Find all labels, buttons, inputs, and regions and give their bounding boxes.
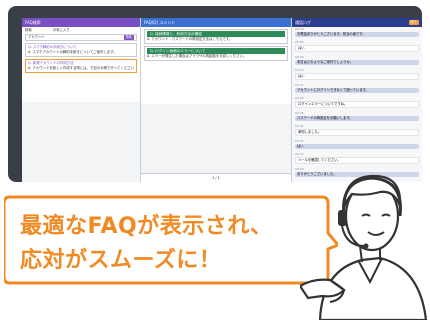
chat-message: アカウントにログインできなくて困っています。 [295, 88, 419, 93]
operator-illustration [300, 174, 428, 320]
chat-timestamp: 00:41 [295, 124, 304, 128]
faq-search-header: FAQ検索 [22, 18, 140, 27]
chat-message: はい [295, 144, 419, 149]
faq-detail-body: A. エラーが発生した場合はブラウザの再起動をお試しください。 [147, 54, 247, 58]
chat-timestamp: 00:00 [295, 27, 304, 31]
headset-icon [338, 210, 347, 226]
call-log-title: 通話ログ [295, 20, 311, 25]
chat-message: 本日はどのようなご用件でしょうか。 [295, 60, 419, 65]
chat-message: お電話ありがとうございます。担当の者です。 [295, 32, 419, 37]
chat-timestamp: 00:09 [295, 55, 304, 59]
caption-line-2: 応対がスムーズに！ [20, 248, 222, 273]
chat-message: パスワードの再設定をお願いします。 [295, 116, 419, 121]
faq-detail-panel: FAQ(Q) コメント Q. 接続環境と、利用方法の確認 A. アカウント・パス… [141, 18, 292, 182]
faq-detail-empty-area [141, 104, 291, 174]
chat-message: ログインエラーについてですね。 [295, 101, 419, 108]
call-log-header: 通話ログ 終了 [292, 18, 422, 27]
chat-message: はい [295, 45, 419, 52]
chat-message: はい [295, 73, 419, 80]
faq-list-empty-area [22, 102, 140, 182]
chat-timestamp: 00:47 [295, 139, 304, 143]
faq-item-body: A. スマホアカウントの解約手続きについてご案内します。 [28, 50, 117, 54]
end-call-button[interactable]: 終了 [408, 20, 419, 25]
chat-timestamp: 00:05 [295, 40, 304, 44]
caption-line-1: 最適なFAQが表示され、 [20, 214, 273, 239]
chat-timestamp: 00:21 [295, 83, 304, 87]
faq-detail-body: A. アカウント・パスワードの再設定方法はこちらです。 [147, 37, 233, 41]
faq-list-item[interactable]: Q. 新規アカウントの作成方法 A. アカウントを新しく作成する際には、下記の手… [25, 59, 137, 73]
caption-text: 最適なFAQが表示され、 応対がスムーズに！ [20, 210, 272, 278]
faq-search-panel: FAQ検索 検索 お気に入り アカウント 検索 Q. スマホ解約の手続きについて… [22, 18, 141, 182]
chat-timestamp: 00:35 [295, 111, 304, 115]
chat-timestamp: 00:28 [295, 96, 304, 100]
faq-item-body: A. アカウントを新しく作成する際には、下記の手順で行ってください。 [28, 66, 134, 70]
faq-detail-header: FAQ(Q) コメント [141, 18, 291, 27]
tab-search[interactable]: 検索 [25, 28, 32, 32]
chat-timestamp: 00:15 [295, 68, 304, 72]
chat-message: 承知しました。 [295, 129, 419, 136]
faq-detail-item[interactable]: Q. ログイン画面のエラーについて A. エラーが発生した場合はブラウザの再起動… [144, 46, 288, 61]
faq-list-item[interactable]: Q. スマホ解約の手続きについて A. スマホアカウントの解約手続きについてご案… [25, 43, 137, 57]
faq-tabs: 検索 お気に入り [25, 28, 137, 33]
tab-favorites[interactable]: お気に入り [53, 28, 70, 32]
filter-select[interactable]: アカウント [28, 35, 45, 39]
faq-detail-item[interactable]: Q. 接続環境と、利用方法の確認 A. アカウント・パスワードの再設定方法はこち… [144, 29, 288, 44]
faq-detail-pager: 1 / 1 [141, 173, 291, 182]
filter-search-button[interactable]: 検索 [123, 35, 134, 40]
faq-filter-bar: アカウント 検索 [25, 34, 137, 41]
